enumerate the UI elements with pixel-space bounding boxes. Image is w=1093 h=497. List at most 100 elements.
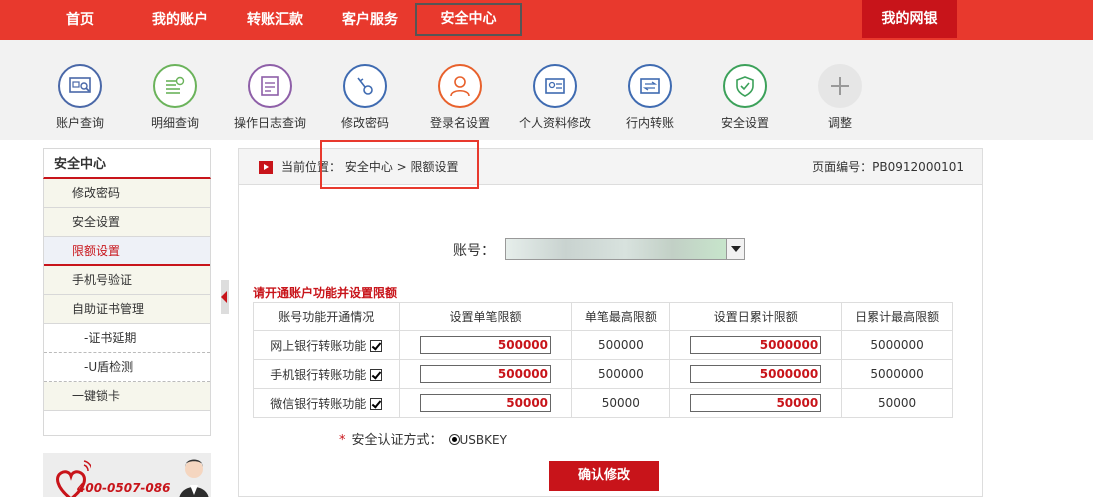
sidebar-title: 安全中心	[43, 148, 211, 179]
breadcrumb-prefix: 当前位置：	[281, 160, 342, 174]
quick-label: 操作日志查询	[233, 116, 306, 130]
usbkey-radio[interactable]	[448, 434, 460, 445]
service-agent-image	[179, 459, 209, 497]
nav-transfer[interactable]: 转账汇款	[235, 0, 315, 40]
single-limit-input[interactable]: 500000	[420, 365, 552, 383]
user-icon	[438, 64, 482, 108]
quick-label: 行内转账	[625, 116, 674, 130]
auth-method-label: 安全认证方式：	[351, 433, 443, 448]
sidebar-item-change-password[interactable]: 修改密码	[44, 179, 210, 208]
breadcrumb: 当前位置： 安全中心 > 限额设置 页面编号：PB0912000101	[239, 149, 982, 185]
function-checkbox[interactable]	[370, 397, 383, 410]
account-label: 账号：	[453, 243, 495, 259]
confirm-button[interactable]: 确认修改	[549, 461, 659, 491]
sidebar-collapse-toggle[interactable]	[221, 280, 229, 314]
quick-label: 安全设置	[720, 116, 769, 130]
daily-max-cell: 5000000	[841, 330, 953, 360]
single-limit-input[interactable]: 500000	[420, 336, 552, 354]
function-label: 网上银行转账功能	[270, 338, 367, 353]
sidebar: 安全中心 修改密码 安全设置 限额设置 手机号验证 自助证书管理 -证书延期 -…	[43, 148, 211, 436]
quick-internal-transfer[interactable]: 行内转账	[602, 64, 698, 131]
key-icon	[343, 64, 387, 108]
function-label: 手机银行转账功能	[270, 367, 367, 382]
quick-label: 个人资料修改	[518, 116, 591, 130]
function-cell: 网上银行转账功能	[253, 330, 400, 360]
single-limit-input[interactable]: 50000	[420, 394, 552, 412]
sidebar-item-cert-extend[interactable]: -证书延期	[44, 324, 210, 353]
single-max-cell: 500000	[571, 330, 671, 360]
column-header: 日累计最高限额	[841, 302, 953, 331]
quick-label: 修改密码	[340, 116, 389, 130]
account-select[interactable]	[505, 238, 745, 260]
account-query-icon	[58, 64, 102, 108]
quick-label: 登录名设置	[429, 116, 490, 130]
table-header-row: 账号功能开通情况 设置单笔限额 单笔最高限额 设置日累计限额 日累计最高限额	[253, 302, 953, 331]
single-max-cell: 50000	[571, 388, 671, 418]
quick-account-query[interactable]: 账户查询	[32, 64, 128, 131]
breadcrumb-path: 安全中心 > 限额设置	[344, 160, 459, 174]
function-checkbox[interactable]	[370, 368, 383, 381]
transfer-icon	[628, 64, 672, 108]
quick-security-settings[interactable]: 安全设置	[697, 64, 793, 131]
page-number: 页面编号：PB0912000101	[812, 160, 964, 174]
breadcrumb-text: 当前位置： 安全中心 > 限额设置	[281, 149, 459, 185]
table-row: 微信银行转账功能 50000 50000 50000 50000	[253, 388, 953, 418]
quick-label: 账户查询	[55, 116, 104, 130]
column-header: 账号功能开通情况	[253, 302, 400, 331]
sidebar-item-phone-verify[interactable]: 手机号验证	[44, 266, 210, 295]
nav-security-center[interactable]: 安全中心	[415, 3, 522, 36]
location-arrow-icon	[259, 161, 273, 174]
quick-adjust[interactable]: 调整	[792, 64, 888, 131]
table-row: 手机银行转账功能 500000 500000 5000000 5000000	[253, 359, 953, 389]
my-ebank-button[interactable]: 我的网银	[862, 0, 957, 38]
sidebar-item-lock-card[interactable]: 一键锁卡	[44, 382, 210, 411]
daily-limit-cell: 50000	[669, 388, 843, 418]
auth-method-row: * 安全认证方式： USBKEY	[339, 429, 507, 448]
quick-profile-edit[interactable]: 个人资料修改	[507, 64, 603, 131]
hotline-number: 400-0507-086	[77, 481, 171, 495]
hotline-banner[interactable]: 400-0507-086	[43, 453, 211, 497]
arrow-left-icon	[221, 291, 227, 303]
sidebar-item-limit-settings[interactable]: 限额设置	[44, 237, 210, 266]
sidebar-menu: 修改密码 安全设置 限额设置 手机号验证 自助证书管理 -证书延期 -U盾检测 …	[43, 179, 211, 436]
sidebar-spacer	[44, 411, 210, 436]
required-star: *	[339, 433, 346, 448]
top-nav: 首页 我的账户 转账汇款 客户服务 安全中心 我的网银	[0, 0, 1093, 40]
column-header: 单笔最高限额	[571, 302, 671, 331]
daily-max-cell: 5000000	[841, 359, 953, 389]
single-limit-cell: 50000	[398, 388, 573, 418]
chevron-down-icon[interactable]	[726, 239, 744, 259]
function-label: 微信银行转账功能	[270, 396, 367, 411]
function-cell: 手机银行转账功能	[253, 359, 400, 389]
nav-my-account[interactable]: 我的账户	[140, 0, 220, 40]
single-limit-cell: 500000	[398, 330, 573, 360]
main-panel: 当前位置： 安全中心 > 限额设置 页面编号：PB0912000101 账号： …	[238, 148, 983, 497]
nav-customer-service[interactable]: 客户服务	[330, 0, 410, 40]
quick-login-name[interactable]: 登录名设置	[412, 64, 508, 131]
daily-limit-input[interactable]: 50000	[690, 394, 822, 412]
sidebar-item-ukey-check[interactable]: -U盾检测	[44, 353, 210, 382]
section-title: 请开通账户功能并设置限额	[253, 286, 398, 300]
quick-change-password[interactable]: 修改密码	[317, 64, 413, 131]
limit-table: 账号功能开通情况 设置单笔限额 单笔最高限额 设置日累计限额 日累计最高限额 网…	[253, 302, 953, 418]
daily-limit-cell: 5000000	[669, 359, 843, 389]
quick-icon-bar: 账户查询 明细查询 操作日志查询 修改密码 登录名设置 个人资料修改 行内转账 …	[0, 40, 1093, 140]
daily-limit-input[interactable]: 5000000	[690, 365, 822, 383]
column-header: 设置单笔限额	[398, 302, 573, 331]
profile-card-icon	[533, 64, 577, 108]
function-checkbox[interactable]	[370, 339, 383, 352]
log-query-icon	[248, 64, 292, 108]
daily-limit-cell: 5000000	[669, 330, 843, 360]
quick-label: 调整	[827, 116, 852, 130]
sidebar-item-cert-management[interactable]: 自助证书管理	[44, 295, 210, 324]
single-limit-cell: 500000	[398, 359, 573, 389]
sidebar-item-security-settings[interactable]: 安全设置	[44, 208, 210, 237]
nav-home[interactable]: 首页	[50, 0, 110, 40]
daily-limit-input[interactable]: 5000000	[690, 336, 822, 354]
quick-log-query[interactable]: 操作日志查询	[222, 64, 318, 131]
plus-icon	[818, 64, 862, 108]
table-row: 网上银行转账功能 500000 500000 5000000 5000000	[253, 330, 953, 360]
single-max-cell: 500000	[571, 359, 671, 389]
quick-detail-query[interactable]: 明细查询	[127, 64, 223, 131]
detail-query-icon	[153, 64, 197, 108]
